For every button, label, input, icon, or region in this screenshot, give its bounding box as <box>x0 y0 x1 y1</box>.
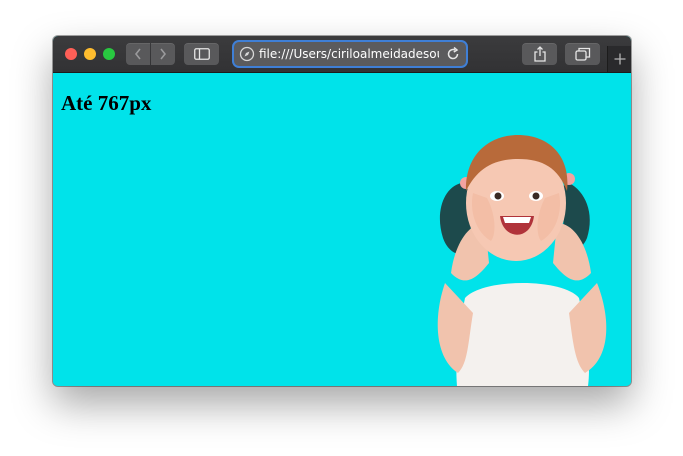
share-icon <box>533 46 546 62</box>
tabs-icon <box>574 47 590 61</box>
new-tab-button[interactable] <box>607 46 631 72</box>
browser-window: file:///Users/ciriloalmeidadesouza Até 7… <box>53 36 631 386</box>
page-content: Até 767px <box>53 73 631 386</box>
chevron-right-icon <box>160 48 167 60</box>
compass-icon <box>239 46 255 62</box>
page-heading: Até 767px <box>61 91 152 115</box>
reload-icon[interactable] <box>445 46 461 62</box>
browser-toolbar: file:///Users/ciriloalmeidadesouza <box>53 36 631 73</box>
child-photo <box>437 135 607 386</box>
show-tabs-button[interactable] <box>565 43 600 65</box>
sidebar-icon <box>193 48 210 60</box>
close-window-button[interactable] <box>65 48 77 60</box>
maximize-window-button[interactable] <box>103 48 115 60</box>
url-text[interactable]: file:///Users/ciriloalmeidadesouza <box>259 46 439 62</box>
back-button[interactable] <box>126 43 150 65</box>
plus-icon <box>614 53 626 65</box>
forward-button[interactable] <box>151 43 175 65</box>
sidebar-button[interactable] <box>184 43 219 65</box>
minimize-window-button[interactable] <box>84 48 96 60</box>
share-button[interactable] <box>522 43 557 65</box>
address-bar[interactable]: file:///Users/ciriloalmeidadesouza <box>234 42 466 66</box>
chevron-left-icon <box>134 48 141 60</box>
